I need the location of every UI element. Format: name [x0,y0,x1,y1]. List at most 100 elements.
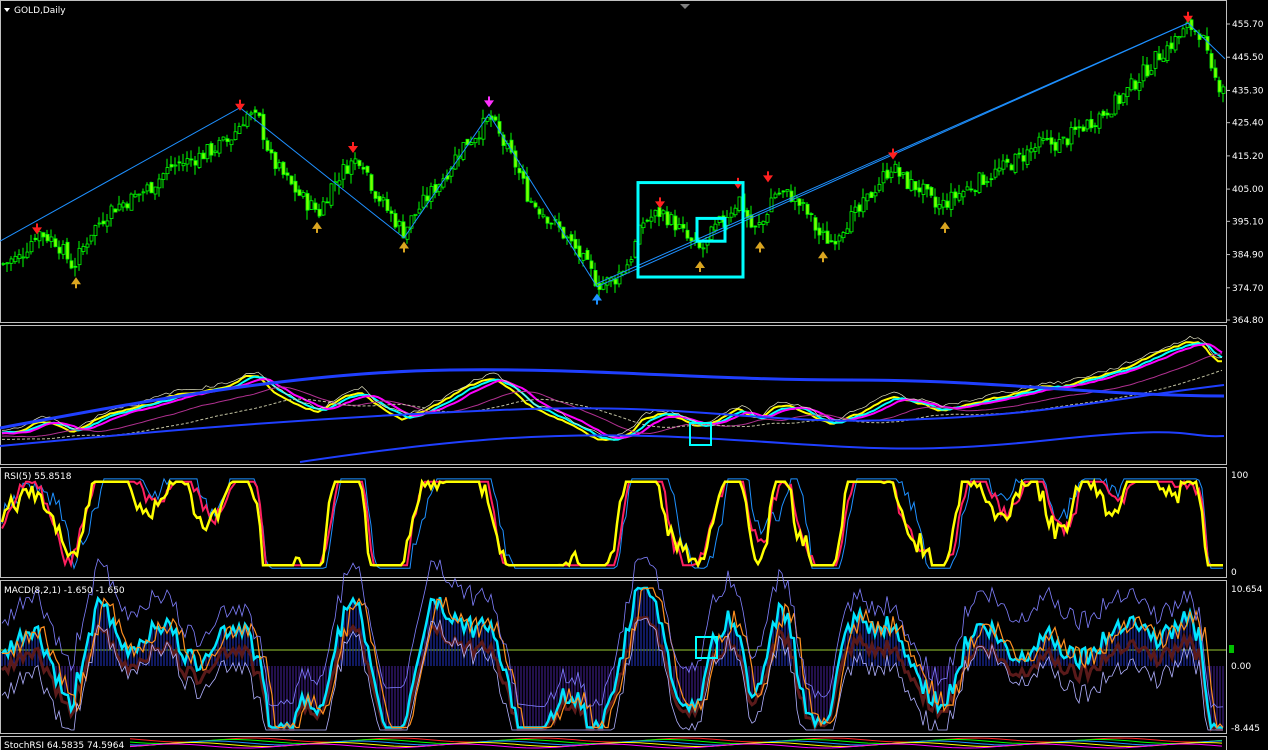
candle-body [837,235,842,242]
candle-body [1061,136,1066,139]
sell-arrow-head-icon [348,146,358,154]
candle-body [157,178,162,189]
rsi-tick-0: 0 [1231,568,1237,578]
candle-body [797,198,802,206]
price-tick-label: 415.20 [1232,152,1264,162]
candle-body [865,193,870,202]
candle-body [537,208,542,215]
candle-body [205,144,210,160]
candle-body [117,203,122,211]
candle-body [877,183,882,191]
candle-body [141,191,146,194]
candle-body [613,278,618,285]
price-tick-label: 425.40 [1232,119,1264,129]
candle-body [841,232,846,239]
candle-body [133,193,138,198]
candle-body [1109,113,1114,118]
candle-body [957,193,962,201]
candle-body [257,112,262,117]
rsi-title: RSI(5) 55.8518 [4,472,72,482]
candle-body [753,225,758,228]
candle-body [189,158,194,161]
candle-body [309,200,314,210]
candle-body [861,197,866,213]
candle-body [525,176,530,202]
price-tick-label: 364.80 [1232,316,1264,326]
candle-body [225,138,230,142]
candle-body [981,174,986,185]
candle-body [17,254,22,259]
candle-body [1209,53,1214,69]
candle-body [161,173,166,180]
candle-body [1,263,6,265]
candle-body [229,139,234,146]
candle-body [401,221,406,239]
candle-body [921,183,926,195]
candle-body [757,222,762,225]
candle-body [801,202,806,204]
candle-body [521,170,526,179]
candle-body [677,223,682,229]
candle-body [573,238,578,249]
candle-body [777,192,782,195]
candle-body [165,167,170,175]
buy-arrow-head-icon [695,260,705,268]
candle-body [217,139,222,154]
collapse-triangle-icon[interactable] [4,8,10,12]
candle-body [805,203,810,215]
sell-arrow-head-icon [763,175,773,183]
candle-body [369,174,374,191]
candle-body [849,211,854,233]
candle-body [1093,125,1098,128]
candle-body [1085,119,1090,130]
candle-body [869,191,874,199]
candle-body [1077,126,1082,129]
candle-body [313,202,318,210]
candle-body [701,247,706,250]
candle-body [1001,160,1006,170]
candle-body [97,222,102,225]
candle-body [49,236,54,242]
candle-body [425,195,430,202]
candle-body [1017,152,1022,155]
price-tick-label: 435.30 [1232,86,1264,96]
candle-body [5,262,10,265]
candle-body [1065,138,1070,146]
candle-body [937,204,942,210]
price-axis: 455.70 445.50 435.30 425.40 415.20 405.00 395.… [1226,20,1264,326]
candle-body [889,171,894,179]
candle-body [233,131,238,140]
price-panel-frame [0,0,1227,323]
candle-body [121,202,126,208]
candle-body [913,181,918,191]
candle-body [237,126,242,134]
candle-body [341,164,346,180]
candle-body [317,208,322,217]
buy-arrow-head-icon [940,221,950,229]
candle-body [297,189,302,196]
candle-body [1045,138,1050,140]
candle-body [357,160,362,167]
candle-body [1005,158,1010,163]
candle-body [997,167,1002,172]
candle-body [917,187,922,193]
candle-body [545,216,550,224]
candle-body [653,209,658,217]
candle-body [373,191,378,199]
candle-body [825,230,830,244]
price-tick-label: 374.70 [1232,284,1264,294]
price-tick-label: 395.10 [1232,217,1264,227]
price-title: GOLD,Daily [14,6,66,16]
candle-body [969,188,974,191]
candle-body [325,201,330,204]
buy-arrow-head-icon [312,221,322,229]
candle-body [249,112,254,115]
candle-body [89,234,94,242]
candle-body [93,225,98,237]
candle-body [809,213,814,216]
price-tick-label: 445.50 [1232,53,1264,63]
candle-body [813,217,818,231]
candle-body [41,232,46,238]
scroll-marker-icon[interactable] [680,4,690,9]
candle-body [665,211,670,226]
